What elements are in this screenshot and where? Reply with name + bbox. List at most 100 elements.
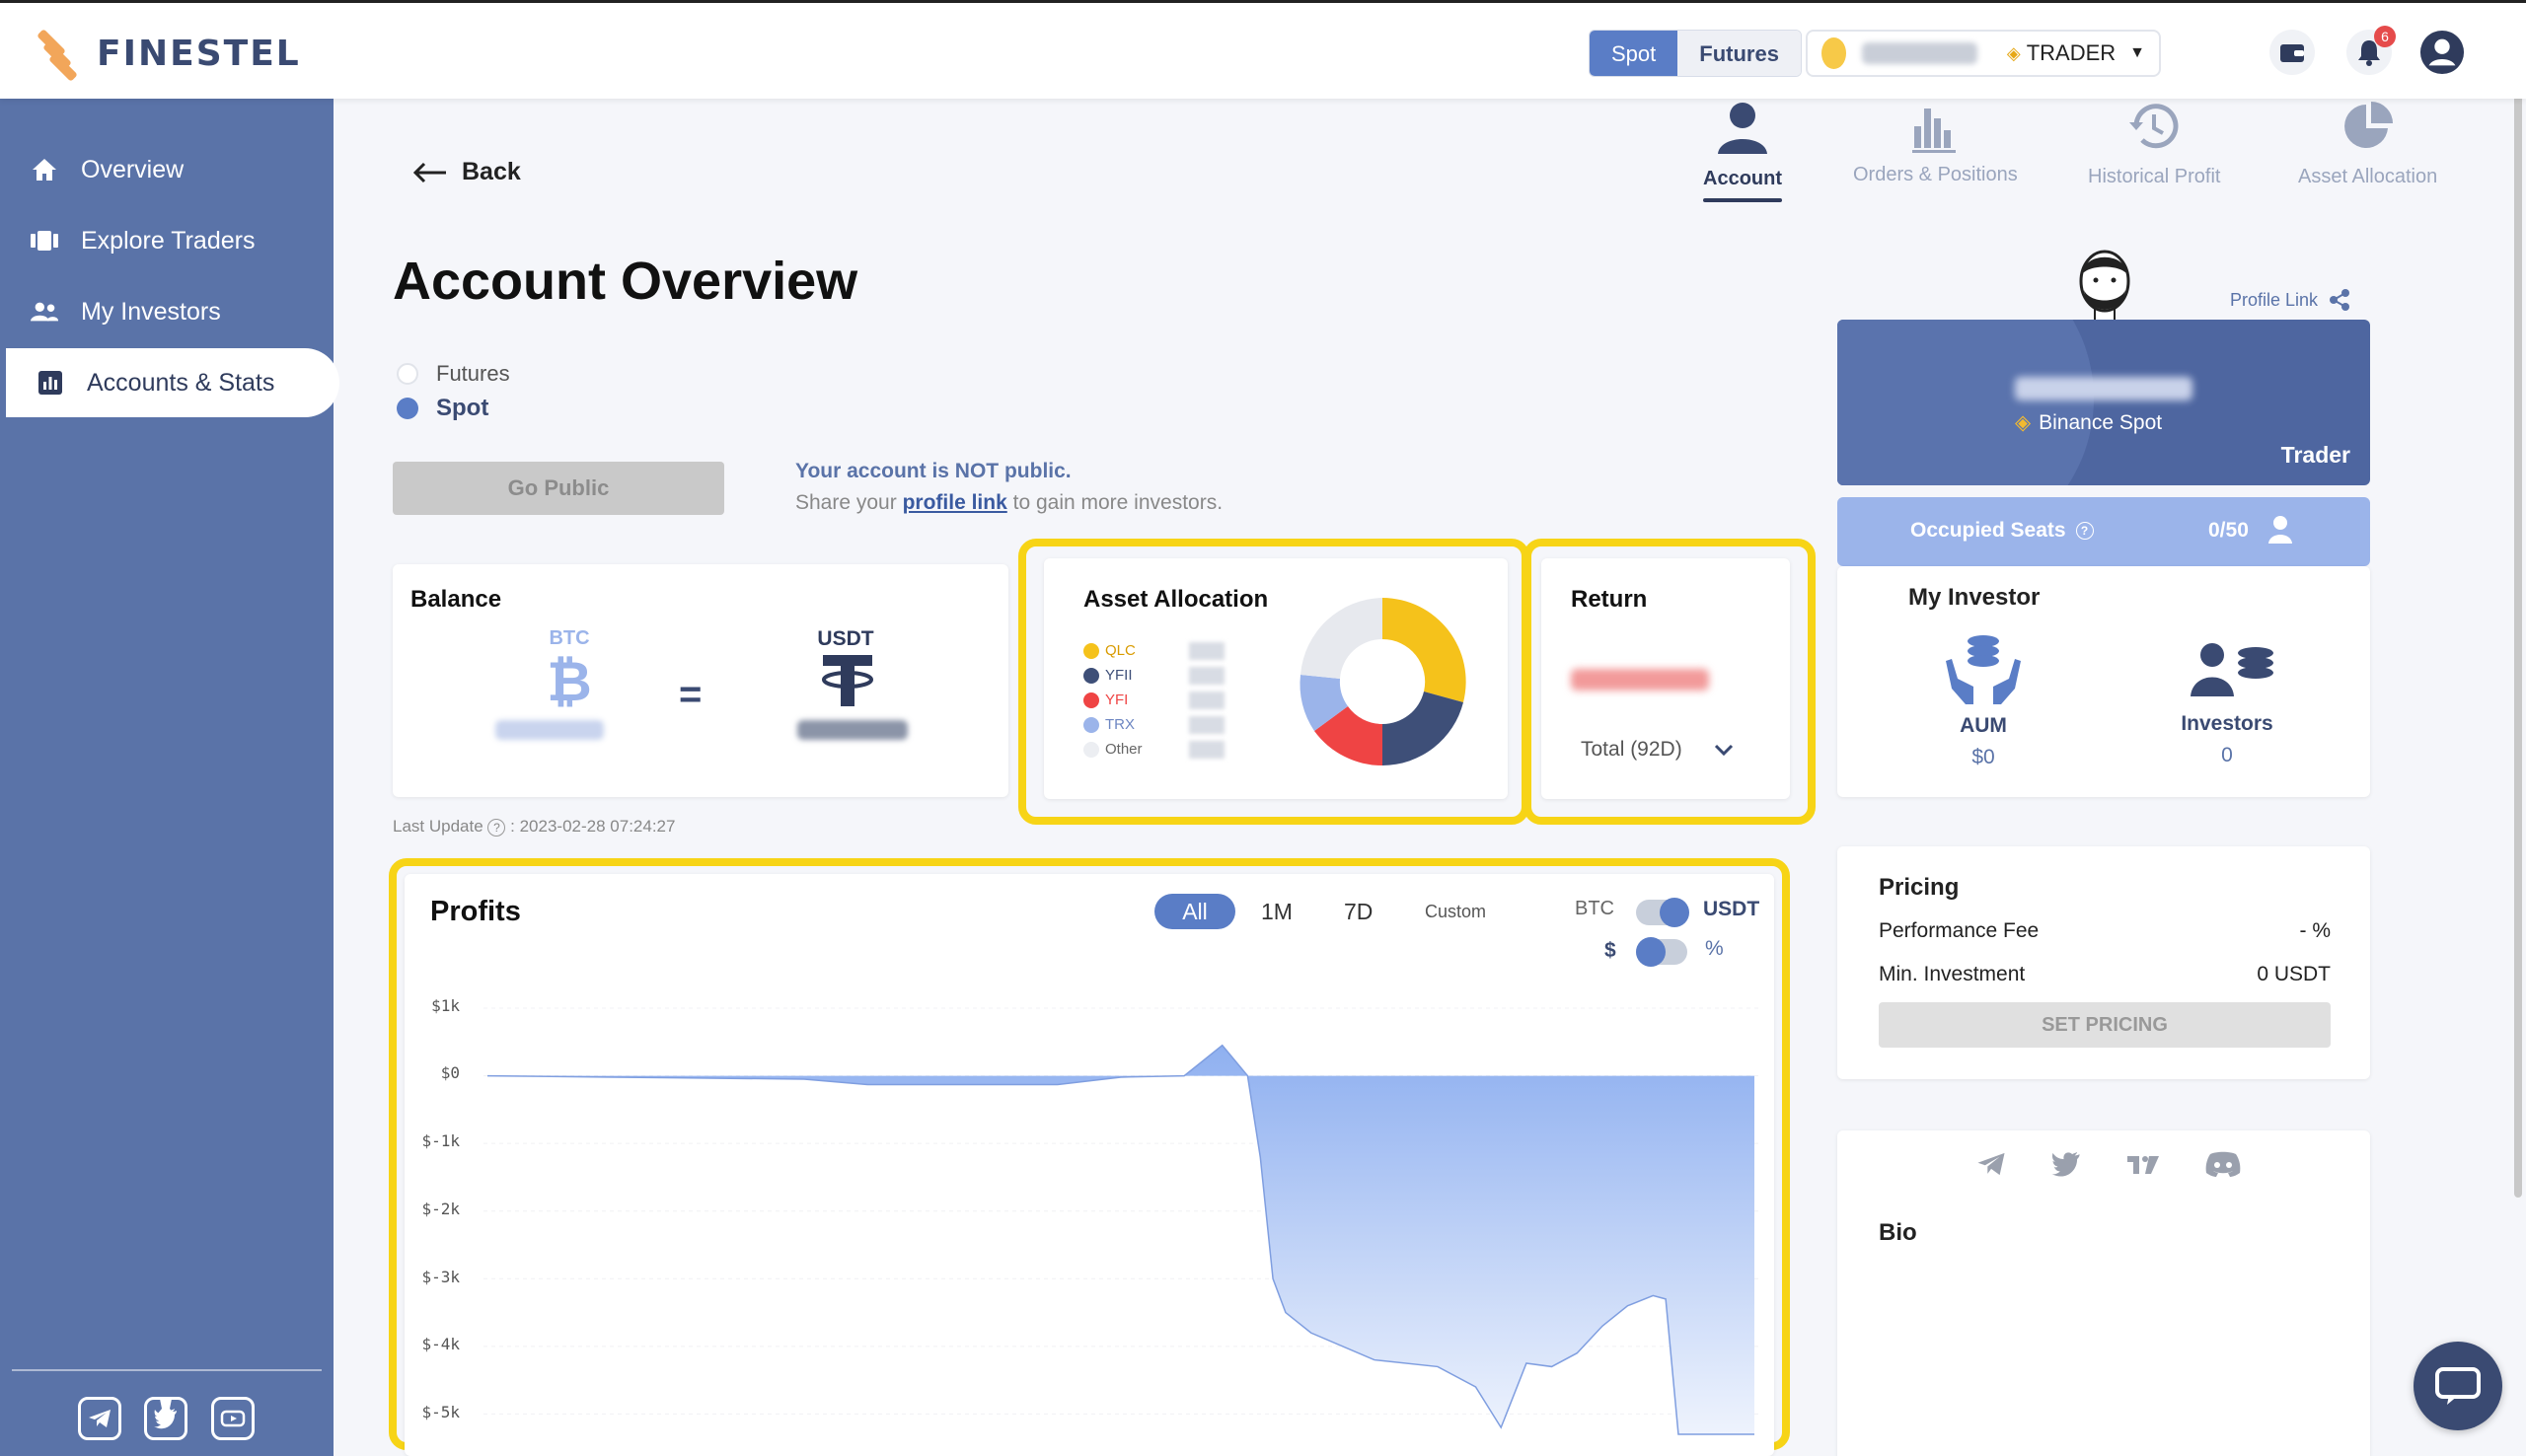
telegram-icon xyxy=(89,1410,111,1427)
sidebar-item-label: Overview xyxy=(81,155,185,183)
radio-button[interactable] xyxy=(397,398,418,419)
radio-futures[interactable]: Futures xyxy=(397,361,510,387)
profile-link-button[interactable]: Profile Link xyxy=(2230,288,2351,312)
period-select[interactable]: Total (92D) xyxy=(1581,738,1734,762)
wallet-icon xyxy=(2280,44,2304,62)
people-icon xyxy=(30,297,59,327)
tab-orders-positions[interactable]: Orders & Positions xyxy=(1853,99,2018,186)
bar-chart-icon xyxy=(36,368,65,398)
profile-link[interactable]: profile link xyxy=(903,491,1007,514)
discord-icon[interactable] xyxy=(2204,1150,2242,1178)
wallet-button[interactable] xyxy=(2269,30,2315,75)
allocation-donut-chart xyxy=(1300,598,1466,766)
telegram-icon[interactable] xyxy=(1975,1150,2007,1178)
min-investment-row: Min. Investment 0 USDT xyxy=(1879,963,2331,986)
back-button[interactable]: Back xyxy=(412,158,521,186)
go-public-button[interactable]: Go Public xyxy=(393,462,724,515)
radio-button[interactable] xyxy=(397,363,418,385)
seats-label-wrap: Occupied Seats ? xyxy=(1910,519,2094,543)
min-investment-label: Min. Investment xyxy=(1879,963,2026,985)
logo[interactable]: FINESTEL xyxy=(36,29,301,82)
aum-label: AUM xyxy=(1960,714,2007,737)
period-label: Total (92D) xyxy=(1581,738,1682,761)
legend-label: Other xyxy=(1105,741,1143,758)
youtube-link[interactable] xyxy=(211,1397,255,1440)
y-tick-label: $-4k xyxy=(421,1335,460,1353)
account-name-blurred xyxy=(1861,42,1977,64)
tab-account[interactable]: Account xyxy=(1703,99,1782,202)
currency-toggle[interactable] xyxy=(1636,898,1689,927)
pie-icon xyxy=(2343,102,2393,148)
legend-item: QLC xyxy=(1083,642,1136,659)
brand-name: FINESTEL xyxy=(97,33,301,74)
tradingview-icon[interactable] xyxy=(2125,1150,2161,1178)
return-card: Return Total (92D) xyxy=(1541,558,1790,799)
tab-label: Orders & Positions xyxy=(1853,164,2018,185)
occupied-seats-bar: Occupied Seats ? 0/50 xyxy=(1837,497,2370,566)
spot-tab[interactable]: Spot xyxy=(1590,31,1678,76)
aum-value: $0 xyxy=(1971,746,1995,768)
back-label: Back xyxy=(462,158,521,185)
radio-label: Spot xyxy=(436,395,489,421)
profit-area xyxy=(487,1045,1754,1434)
help-icon[interactable]: ? xyxy=(2075,522,2094,540)
pricing-title: Pricing xyxy=(1879,874,1960,901)
page-scrollbar[interactable] xyxy=(2514,63,2522,1198)
chat-button[interactable] xyxy=(2414,1342,2502,1430)
youtube-icon xyxy=(220,1410,246,1427)
history-icon xyxy=(2129,104,2179,149)
y-tick-label: $-2k xyxy=(421,1200,460,1218)
btc-label: BTC xyxy=(549,627,590,649)
tab-historical-profit[interactable]: Historical Profit xyxy=(2088,99,2220,188)
user-menu-button[interactable] xyxy=(2419,30,2465,75)
range-7d-button[interactable]: 7D xyxy=(1344,894,1373,929)
usdt-label: USDT xyxy=(817,627,874,650)
help-icon[interactable]: ? xyxy=(487,818,506,837)
range-all-button[interactable]: All xyxy=(1154,894,1235,929)
user-icon xyxy=(2268,516,2292,544)
unit-toggle[interactable] xyxy=(1636,937,1687,967)
chevron-down-icon: ▼ xyxy=(2129,44,2145,61)
investors-label: Investors xyxy=(2181,712,2273,735)
pin-sidebar-button[interactable] xyxy=(153,1397,179,1433)
slice-yfii xyxy=(1382,692,1463,765)
money-hands-icon xyxy=(1946,635,2021,704)
sidebar-item-accounts-stats[interactable]: Accounts & Stats xyxy=(6,348,339,417)
futures-tab[interactable]: Futures xyxy=(1677,31,1801,76)
profits-title: Profits xyxy=(430,896,521,927)
active-tab-indicator xyxy=(1703,198,1782,202)
equals-sign: = xyxy=(679,673,703,716)
return-title: Return xyxy=(1571,586,1648,613)
market-switch[interactable]: Spot Futures xyxy=(1589,30,1802,77)
tab-label: Asset Allocation xyxy=(2298,166,2438,187)
finestel-logo-icon xyxy=(36,29,78,82)
sidebar-item-label: Explore Traders xyxy=(81,226,256,255)
last-update: Last Update ? : 2023-02-28 07:24:27 xyxy=(393,817,675,837)
telegram-link[interactable] xyxy=(78,1397,121,1440)
legend-item: YFII xyxy=(1083,667,1133,684)
investors-value: 0 xyxy=(2221,744,2233,766)
notifications-button[interactable]: 6 xyxy=(2346,26,2396,75)
toggle-knob xyxy=(1660,898,1689,927)
tab-asset-allocation[interactable]: Asset Allocation xyxy=(2298,99,2437,188)
twitter-icon[interactable] xyxy=(2050,1150,2082,1178)
sidebar-item-explore-traders[interactable]: Explore Traders xyxy=(0,206,334,275)
card-decoration xyxy=(1837,320,2094,485)
sidebar-item-my-investors[interactable]: My Investors xyxy=(0,277,334,346)
social-links xyxy=(1975,1150,2242,1178)
donut-segments xyxy=(1300,598,1466,766)
radio-spot[interactable]: Spot xyxy=(397,395,488,422)
sidebar-divider xyxy=(12,1369,322,1371)
account-selector[interactable]: ◈ TRADER ▼ xyxy=(1806,30,2161,77)
range-custom-button[interactable]: Custom xyxy=(1425,894,1486,929)
last-update-label: Last Update xyxy=(393,817,483,836)
sidebar-item-label: My Investors xyxy=(81,297,221,326)
set-pricing-button[interactable]: SET PRICING xyxy=(1879,1002,2331,1048)
trader-name-blurred xyxy=(2015,377,2192,400)
range-1m-button[interactable]: 1M xyxy=(1261,894,1293,929)
usdt-balance-blurred xyxy=(797,720,908,740)
btc-balance-blurred xyxy=(495,720,604,740)
sidebar-item-overview[interactable]: Overview xyxy=(0,135,334,204)
last-update-value: : 2023-02-28 07:24:27 xyxy=(510,817,676,836)
my-investor-title: My Investor xyxy=(1908,584,2041,611)
